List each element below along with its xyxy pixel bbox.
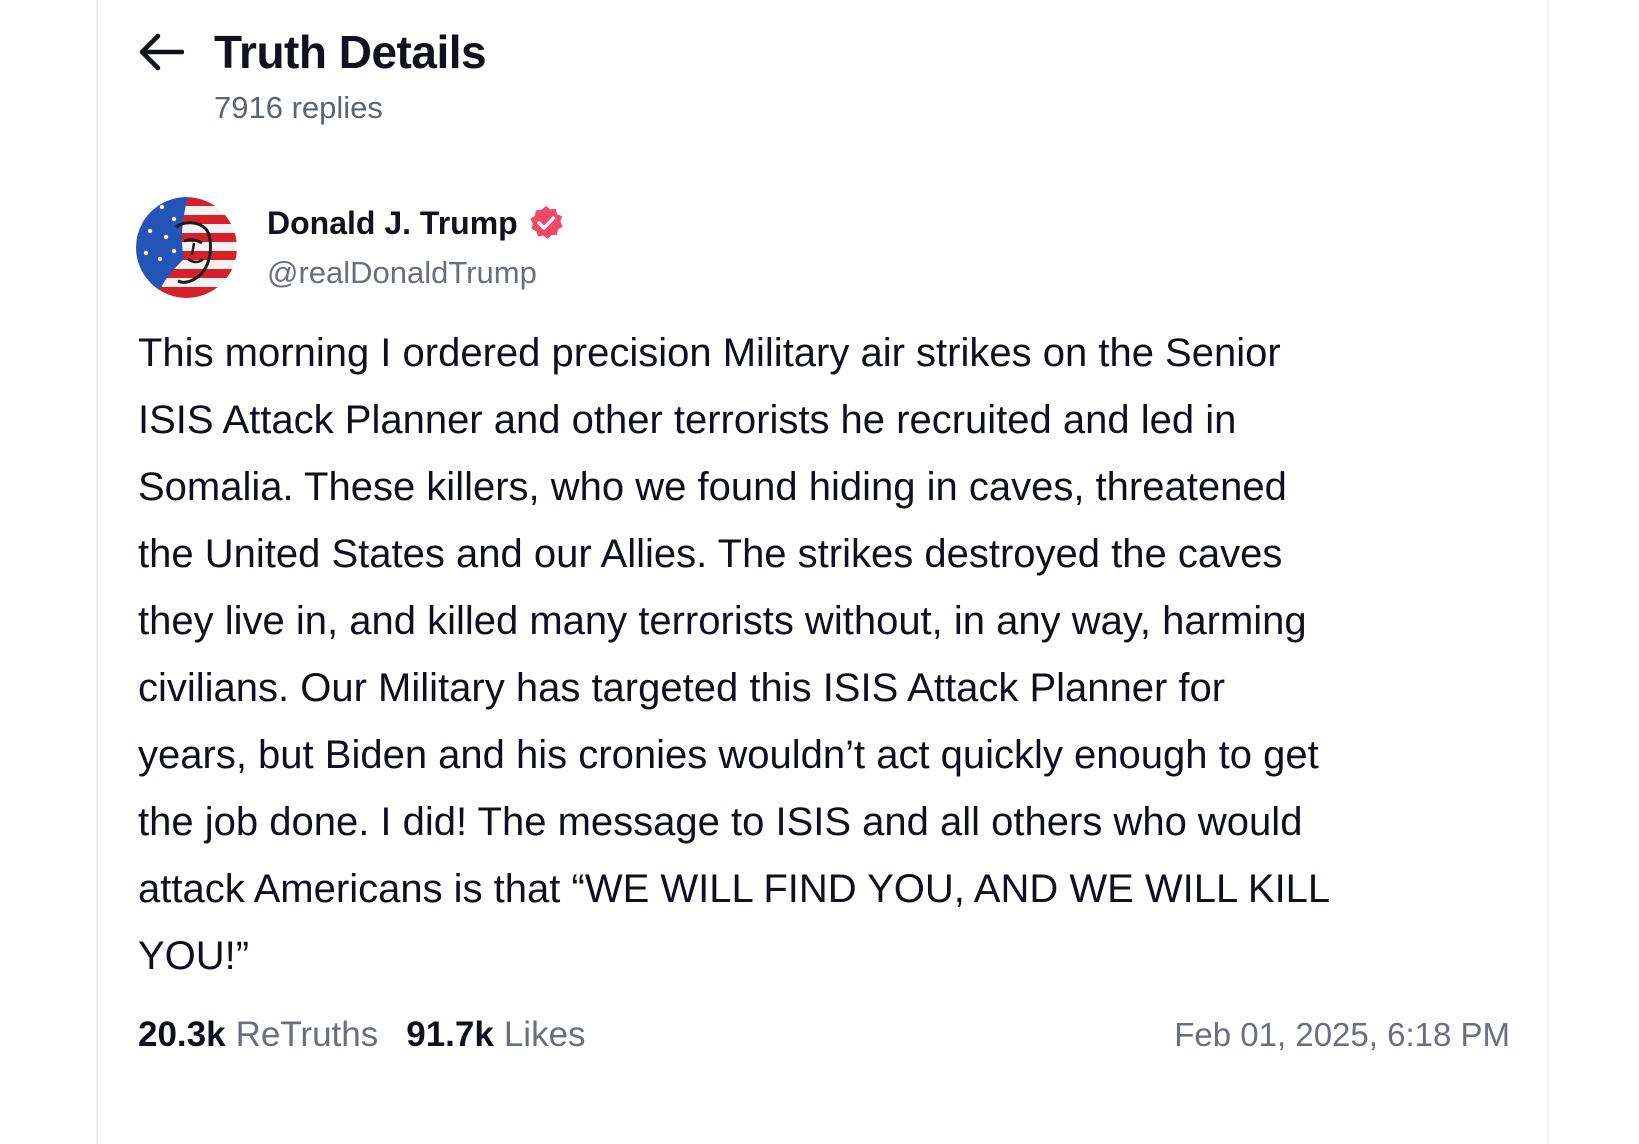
author-name[interactable]: Donald J. Trump	[267, 205, 518, 242]
retruths-count: 20.3k	[138, 1015, 226, 1054]
column-divider-left	[96, 0, 98, 1144]
author-handle[interactable]: @realDonaldTrump	[267, 255, 565, 291]
column-divider-right	[1547, 0, 1549, 1144]
post-footer: 20.3k ReTruths 91.7k Likes Feb 01, 2025,…	[138, 1010, 1510, 1060]
avatar[interactable]	[136, 197, 237, 298]
author-name-line: Donald J. Trump	[267, 203, 565, 243]
page-title: Truth Details	[214, 26, 487, 78]
post-text: This morning I ordered precision Militar…	[138, 331, 1331, 978]
arrow-left-icon	[139, 33, 184, 71]
truth-details-page: Truth Details 7916 replies Donald J. Tru…	[0, 0, 1639, 1144]
back-button[interactable]	[138, 26, 190, 78]
author-meta: Donald J. Trump @realDonaldTrump	[267, 197, 565, 291]
likes-count: 91.7k	[406, 1015, 494, 1054]
likes-stat[interactable]: 91.7k Likes	[406, 1015, 585, 1055]
retruths-label: ReTruths	[235, 1015, 379, 1054]
retruths-stat[interactable]: 20.3k ReTruths	[138, 1015, 378, 1055]
likes-label: Likes	[503, 1015, 586, 1054]
post-stats: 20.3k ReTruths 91.7k Likes	[138, 1015, 614, 1055]
page-header: Truth Details	[138, 22, 487, 82]
avatar-image	[136, 197, 237, 298]
post-timestamp: Feb 01, 2025, 6:18 PM	[1174, 1016, 1510, 1053]
replies-count: 7916 replies	[214, 90, 383, 125]
verified-badge-icon	[527, 204, 565, 242]
post-author: Donald J. Trump @realDonaldTrump	[136, 197, 565, 298]
